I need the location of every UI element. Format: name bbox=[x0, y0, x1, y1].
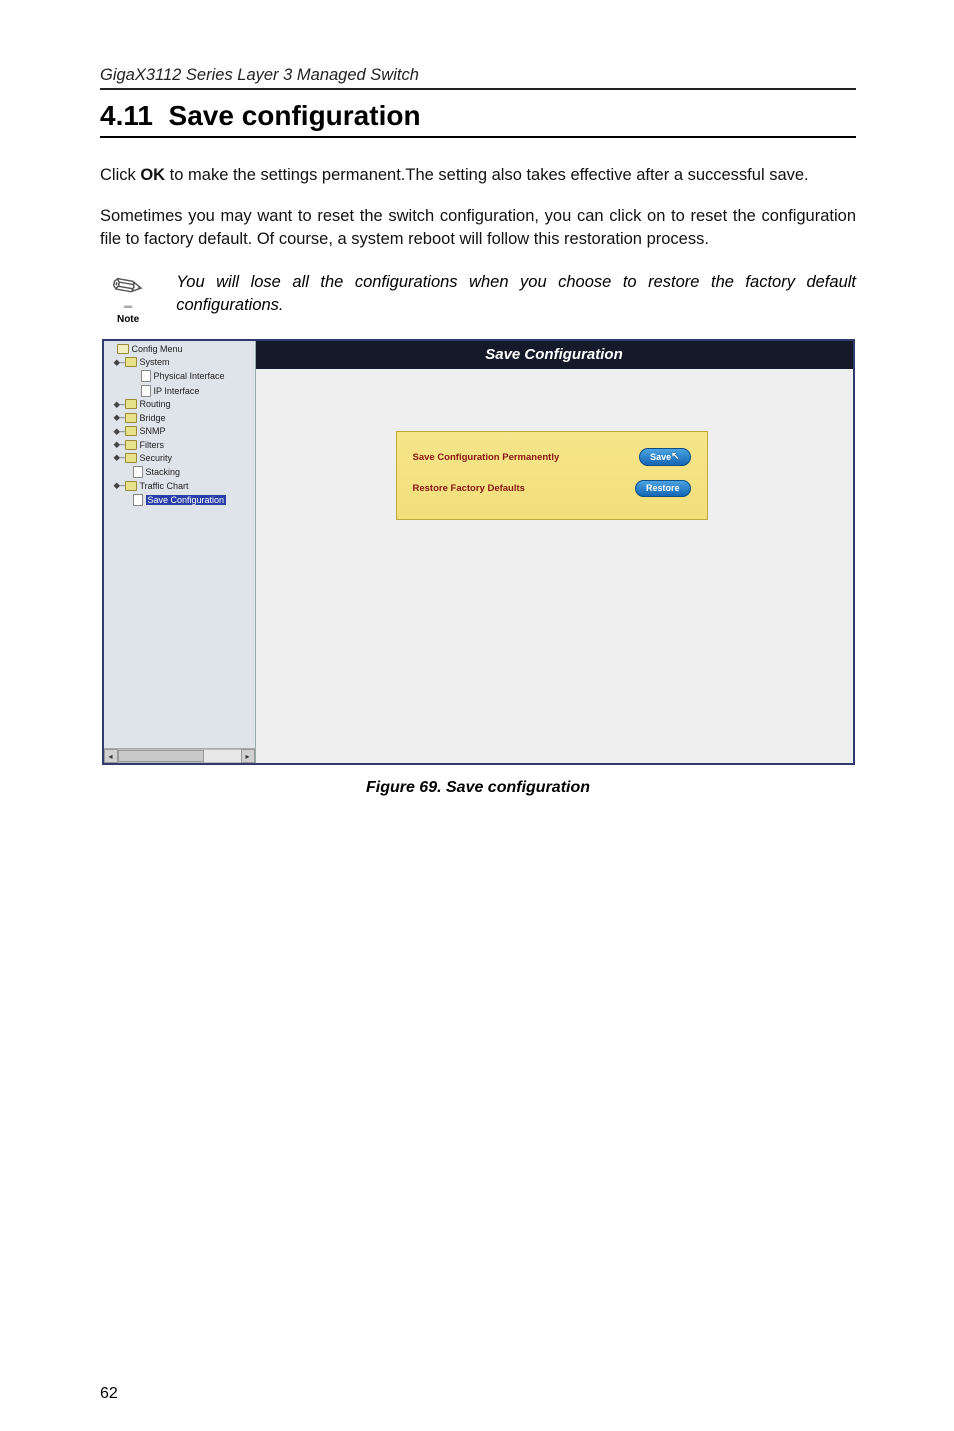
page-icon bbox=[141, 370, 151, 382]
folder-icon bbox=[125, 399, 137, 409]
folder-icon bbox=[125, 426, 137, 436]
tree-item-security[interactable]: ◆‒ Security bbox=[106, 451, 255, 464]
page-icon bbox=[133, 494, 143, 506]
expander-icon[interactable]: ◆‒ bbox=[114, 452, 122, 463]
tree-item-traffic-chart[interactable]: ◆‒ Traffic Chart bbox=[106, 479, 255, 492]
restore-defaults-row: Restore Factory Defaults Restore bbox=[413, 480, 691, 497]
body-paragraph-1: Click OK to make the settings permanent.… bbox=[100, 164, 856, 187]
tree-item-save-configuration[interactable]: Save Configuration bbox=[106, 492, 255, 506]
save-permanently-label: Save Configuration Permanently bbox=[413, 452, 560, 463]
page-icon bbox=[133, 466, 143, 478]
save-button-label: Save bbox=[650, 452, 671, 462]
expander-icon[interactable]: ◆‒ bbox=[114, 439, 122, 450]
doc-running-header: GigaX3112 Series Layer 3 Managed Switch bbox=[100, 66, 856, 85]
note-icon-column: ✎ ▬ Note bbox=[100, 269, 156, 325]
folder-icon bbox=[125, 413, 137, 423]
config-tree[interactable]: Config Menu ◆‒ System Physical Interface bbox=[104, 343, 255, 748]
body-paragraph-2: Sometimes you may want to reset the swit… bbox=[100, 205, 856, 251]
restore-button-label: Restore bbox=[646, 483, 680, 493]
save-button[interactable]: Save ↖ bbox=[639, 448, 690, 466]
sidebar-horizontal-scrollbar[interactable]: ◂ ▸ bbox=[104, 748, 255, 763]
tree-label: Stacking bbox=[146, 467, 181, 477]
tree-item-ip-interface[interactable]: IP Interface bbox=[106, 383, 255, 397]
header-rule bbox=[100, 88, 856, 90]
page-icon bbox=[141, 385, 151, 397]
tree-label: SNMP bbox=[140, 426, 166, 436]
tree-item-routing[interactable]: ◆‒ Routing bbox=[106, 398, 255, 411]
tree-root-label: Config Menu bbox=[132, 344, 183, 354]
content-pane: Save Configuration Save Configuration Pe… bbox=[256, 341, 853, 763]
save-permanently-row: Save Configuration Permanently Save ↖ bbox=[413, 448, 691, 466]
folder-icon bbox=[125, 481, 137, 491]
ok-keyword: OK bbox=[140, 166, 165, 184]
tree-item-filters[interactable]: ◆‒ Filters bbox=[106, 438, 255, 451]
config-tree-sidebar: Config Menu ◆‒ System Physical Interface bbox=[104, 341, 256, 763]
expander-icon[interactable]: ◆‒ bbox=[114, 480, 122, 491]
tree-label: System bbox=[140, 357, 170, 367]
tree-label: Traffic Chart bbox=[140, 481, 189, 491]
pencil-icon: ✎ bbox=[105, 264, 150, 311]
folder-icon bbox=[117, 344, 129, 354]
tree-label: Filters bbox=[140, 440, 165, 450]
note-block: ✎ ▬ Note You will lose all the configura… bbox=[100, 269, 856, 325]
section-title-text: Save configuration bbox=[169, 100, 421, 131]
tree-item-snmp[interactable]: ◆‒ SNMP bbox=[106, 425, 255, 438]
tree-label: Physical Interface bbox=[154, 371, 225, 381]
embedded-screenshot: Config Menu ◆‒ System Physical Interface bbox=[102, 339, 855, 765]
tree-label: Routing bbox=[140, 399, 171, 409]
tree-label: Security bbox=[140, 453, 173, 463]
note-text: You will lose all the configurations whe… bbox=[176, 269, 856, 316]
page-title-banner: Save Configuration bbox=[256, 341, 853, 369]
tree-label-selected: Save Configuration bbox=[146, 495, 227, 505]
restore-button[interactable]: Restore bbox=[635, 480, 691, 497]
tree-item-system[interactable]: ◆‒ System bbox=[106, 356, 255, 369]
scroll-thumb[interactable] bbox=[118, 750, 204, 762]
expander-icon[interactable]: ◆‒ bbox=[114, 426, 122, 437]
panel-area: Save Configuration Permanently Save ↖ Re… bbox=[256, 369, 853, 763]
folder-icon bbox=[125, 440, 137, 450]
folder-icon bbox=[125, 453, 137, 463]
section-heading: 4.11 Save configuration bbox=[100, 100, 856, 132]
section-heading-rule bbox=[100, 136, 856, 138]
save-config-panel: Save Configuration Permanently Save ↖ Re… bbox=[396, 431, 708, 520]
folder-icon bbox=[125, 357, 137, 367]
tree-item-stacking[interactable]: Stacking bbox=[106, 465, 255, 479]
tree-item-bridge[interactable]: ◆‒ Bridge bbox=[106, 411, 255, 424]
restore-defaults-label: Restore Factory Defaults bbox=[413, 483, 525, 494]
scroll-track[interactable] bbox=[118, 749, 241, 763]
expander-icon[interactable]: ◆‒ bbox=[114, 357, 122, 368]
tree-label: IP Interface bbox=[154, 386, 200, 396]
tree-root[interactable]: Config Menu bbox=[106, 343, 255, 355]
figure-caption: Figure 69. Save configuration bbox=[100, 779, 856, 797]
tree-item-physical-interface[interactable]: Physical Interface bbox=[106, 369, 255, 383]
scroll-left-button[interactable]: ◂ bbox=[104, 749, 118, 763]
note-label: Note bbox=[117, 314, 139, 325]
expander-icon[interactable]: ◆‒ bbox=[114, 399, 122, 410]
page-number: 62 bbox=[100, 1385, 118, 1403]
cursor-icon: ↖ bbox=[671, 451, 679, 462]
scroll-right-button[interactable]: ▸ bbox=[241, 749, 255, 763]
section-number: 4.11 bbox=[100, 100, 153, 131]
tree-label: Bridge bbox=[140, 413, 166, 423]
expander-icon[interactable]: ◆‒ bbox=[114, 412, 122, 423]
